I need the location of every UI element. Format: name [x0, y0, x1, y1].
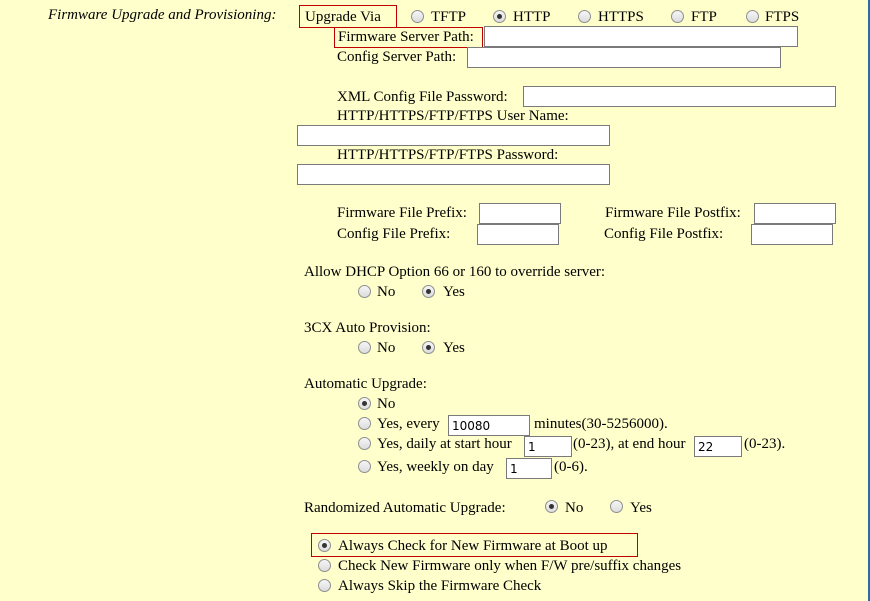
protocol-ftp-radio[interactable]: [671, 10, 684, 23]
auto-upgrade-weekly-radio[interactable]: [358, 460, 371, 473]
randomized-yes-label[interactable]: Yes: [630, 500, 652, 517]
dhcp-no-radio[interactable]: [358, 285, 371, 298]
auto-upgrade-daily-radio[interactable]: [358, 437, 371, 450]
boot-check-always-radio[interactable]: [318, 539, 331, 552]
auto-upgrade-every-radio[interactable]: [358, 417, 371, 430]
dhcp-option-label: Allow DHCP Option 66 or 160 to override …: [304, 264, 606, 280]
upgrade-via-label: Upgrade Via: [305, 9, 381, 25]
auto-upgrade-daily-mid: (0-23), at end hour: [573, 436, 686, 452]
auto-upgrade-no-label[interactable]: No: [377, 396, 395, 413]
protocol-https-label[interactable]: HTTPS: [598, 9, 644, 26]
firmware-server-path-input[interactable]: [484, 26, 798, 47]
protocol-https-radio[interactable]: [578, 10, 591, 23]
auto-provision-label: 3CX Auto Provision:: [304, 320, 431, 336]
auto-upgrade-daily-end-input[interactable]: [694, 436, 742, 457]
auto-upgrade-every-suffix: minutes(30-5256000).: [534, 416, 668, 432]
protocol-ftps-label[interactable]: FTPS: [765, 9, 799, 26]
auto-provision-yes-radio[interactable]: [422, 341, 435, 354]
protocol-tftp-label[interactable]: TFTP: [431, 9, 466, 26]
user-name-label: HTTP/HTTPS/FTP/FTPS User Name:: [337, 108, 569, 124]
protocol-tftp-radio[interactable]: [411, 10, 424, 23]
cfg-prefix-label: Config File Prefix:: [337, 226, 451, 242]
randomized-no-label[interactable]: No: [565, 500, 583, 517]
dhcp-yes-label[interactable]: Yes: [443, 284, 465, 301]
dhcp-no-label[interactable]: No: [377, 284, 395, 301]
auto-upgrade-weekly-suffix: (0-6).: [554, 459, 588, 475]
protocol-http-label[interactable]: HTTP: [513, 9, 551, 26]
auto-upgrade-daily-suffix: (0-23).: [744, 436, 786, 452]
fw-postfix-label: Firmware File Postfix:: [605, 205, 741, 221]
randomized-no-radio[interactable]: [545, 500, 558, 513]
auto-upgrade-every-input[interactable]: [448, 415, 530, 436]
fw-postfix-input[interactable]: [754, 203, 836, 224]
auto-upgrade-daily-start-input[interactable]: [524, 436, 572, 457]
boot-check-prefix-radio[interactable]: [318, 559, 331, 572]
boot-check-skip-label[interactable]: Always Skip the Firmware Check: [338, 578, 541, 595]
cfg-postfix-input[interactable]: [751, 224, 833, 245]
boot-check-skip-radio[interactable]: [318, 579, 331, 592]
cfg-prefix-input[interactable]: [477, 224, 559, 245]
fw-prefix-label: Firmware File Prefix:: [337, 205, 467, 221]
section-label: Firmware Upgrade and Provisioning:: [48, 7, 277, 23]
protocol-ftps-radio[interactable]: [746, 10, 759, 23]
auto-upgrade-every-prefix: Yes, every: [377, 416, 440, 432]
user-name-input[interactable]: [297, 125, 610, 146]
auto-provision-no-label[interactable]: No: [377, 340, 395, 357]
automatic-upgrade-label: Automatic Upgrade:: [304, 376, 427, 392]
password-label: HTTP/HTTPS/FTP/FTPS Password:: [337, 147, 559, 163]
auto-upgrade-no-radio[interactable]: [358, 397, 371, 410]
dhcp-yes-radio[interactable]: [422, 285, 435, 298]
auto-upgrade-weekly-input[interactable]: [506, 458, 552, 479]
protocol-http-radio[interactable]: [493, 10, 506, 23]
config-server-path-label: Config Server Path:: [337, 49, 457, 65]
randomized-upgrade-label: Randomized Automatic Upgrade:: [304, 500, 506, 516]
config-server-path-input[interactable]: [467, 47, 781, 68]
xml-password-label: XML Config File Password:: [337, 89, 508, 105]
auto-provision-no-radio[interactable]: [358, 341, 371, 354]
fw-prefix-input[interactable]: [479, 203, 561, 224]
auto-provision-yes-label[interactable]: Yes: [443, 340, 465, 357]
xml-password-input[interactable]: [523, 86, 836, 107]
boot-check-always-label[interactable]: Always Check for New Firmware at Boot up: [338, 538, 608, 555]
password-input[interactable]: [297, 164, 610, 185]
auto-upgrade-weekly-prefix: Yes, weekly on day: [377, 459, 494, 475]
cfg-postfix-label: Config File Postfix:: [604, 226, 724, 242]
firmware-server-path-label: Firmware Server Path:: [338, 29, 474, 45]
protocol-ftp-label[interactable]: FTP: [691, 9, 717, 26]
auto-upgrade-daily-prefix: Yes, daily at start hour: [377, 436, 512, 452]
randomized-yes-radio[interactable]: [610, 500, 623, 513]
boot-check-prefix-label[interactable]: Check New Firmware only when F/W pre/suf…: [338, 558, 681, 575]
